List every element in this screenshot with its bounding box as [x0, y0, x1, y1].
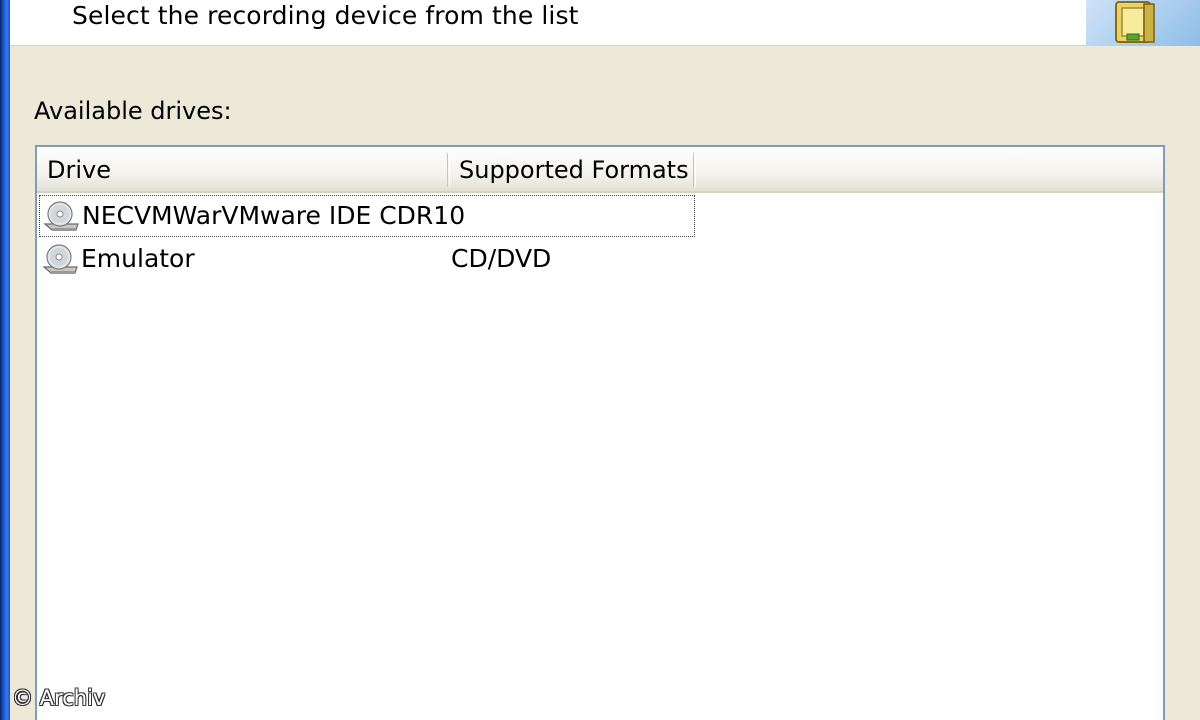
cd-drive-icon	[42, 200, 80, 236]
listview-header: Drive Supported Formats	[37, 147, 1163, 193]
column-header-supported-formats[interactable]: Supported Formats	[449, 147, 697, 191]
list-item-drive-emulator[interactable]: Emulator CD/DVD	[39, 239, 695, 281]
drive-name: NECVMWarVMware IDE CDR10	[82, 201, 466, 230]
drive-name: Emulator	[81, 244, 195, 273]
copyright-watermark: © Archiv	[12, 686, 106, 710]
header-subtitle: Select the recording device from the lis…	[72, 1, 579, 30]
column-header-filler	[697, 147, 1163, 191]
drives-listview[interactable]: Drive Supported Formats NECVMWarVMware I…	[35, 145, 1165, 720]
list-item-drive-necvmwar[interactable]: NECVMWarVMware IDE CDR10	[39, 195, 695, 237]
window-left-border	[0, 0, 10, 720]
available-drives-label: Available drives:	[34, 97, 232, 125]
drive-formats: CD/DVD	[451, 244, 552, 273]
cd-drive-icon	[41, 243, 79, 279]
wizard-header: Select the recording device from the lis…	[10, 0, 1200, 46]
column-separator[interactable]	[693, 153, 696, 187]
recorder-wizard-icon	[1086, 0, 1200, 46]
column-header-drive[interactable]: Drive	[37, 147, 449, 191]
